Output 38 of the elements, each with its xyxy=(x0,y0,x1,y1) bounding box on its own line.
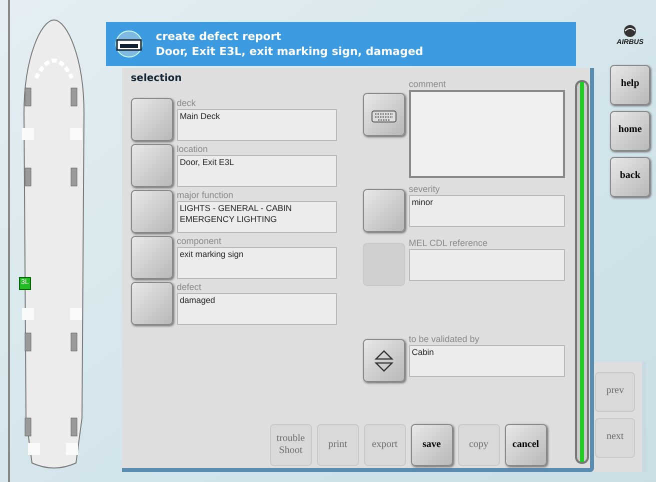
field-label: component xyxy=(176,236,222,247)
field-label: location xyxy=(176,144,209,155)
field-label: MEL CDL reference xyxy=(408,238,489,249)
field-label: defect xyxy=(176,282,202,293)
value-field[interactable]: minor xyxy=(408,195,565,227)
value-field[interactable]: Door, Exit E3L xyxy=(176,155,337,187)
value-field[interactable]: LIGHTS - GENERAL - CABIN EMERGENCY LIGHTING xyxy=(176,201,337,233)
keyboard-button[interactable] xyxy=(362,93,405,136)
header-subtitle: Door, Exit E3L, exit marking sign, damaged xyxy=(156,44,424,59)
value-field[interactable] xyxy=(408,249,565,281)
field-label: to be validated by xyxy=(408,334,480,345)
picker-button[interactable] xyxy=(130,144,173,187)
up-down-icon xyxy=(372,348,395,374)
field-label: major function xyxy=(176,190,234,201)
nav-button[interactable]: back xyxy=(610,156,650,196)
field-label: deck xyxy=(176,98,197,109)
picker-button[interactable] xyxy=(130,236,173,279)
picker-button[interactable] xyxy=(130,190,173,233)
picker-button[interactable] xyxy=(130,282,173,325)
value-field[interactable]: Cabin xyxy=(408,345,565,377)
comment-box[interactable] xyxy=(408,90,565,178)
value-field[interactable]: Main Deck xyxy=(176,109,337,141)
picker-button[interactable] xyxy=(362,189,405,232)
field-label: severity xyxy=(408,184,441,195)
field-label: comment xyxy=(408,79,447,90)
logo-icon xyxy=(622,24,638,38)
header-title: create defect report xyxy=(156,29,282,44)
nav-button[interactable]: help xyxy=(610,64,650,104)
action-button[interactable]: cancel xyxy=(504,424,547,466)
nav-button[interactable]: home xyxy=(610,110,650,150)
scroll-bar[interactable] xyxy=(574,80,589,464)
value-field[interactable]: exit marking sign xyxy=(176,247,337,279)
cabin-icon xyxy=(114,29,144,59)
up-down-button[interactable] xyxy=(362,339,405,382)
value-field[interactable]: damaged xyxy=(176,293,337,325)
action-button[interactable]: save xyxy=(410,424,453,466)
picker-button[interactable] xyxy=(130,98,173,141)
panel-title: selection xyxy=(130,72,183,86)
